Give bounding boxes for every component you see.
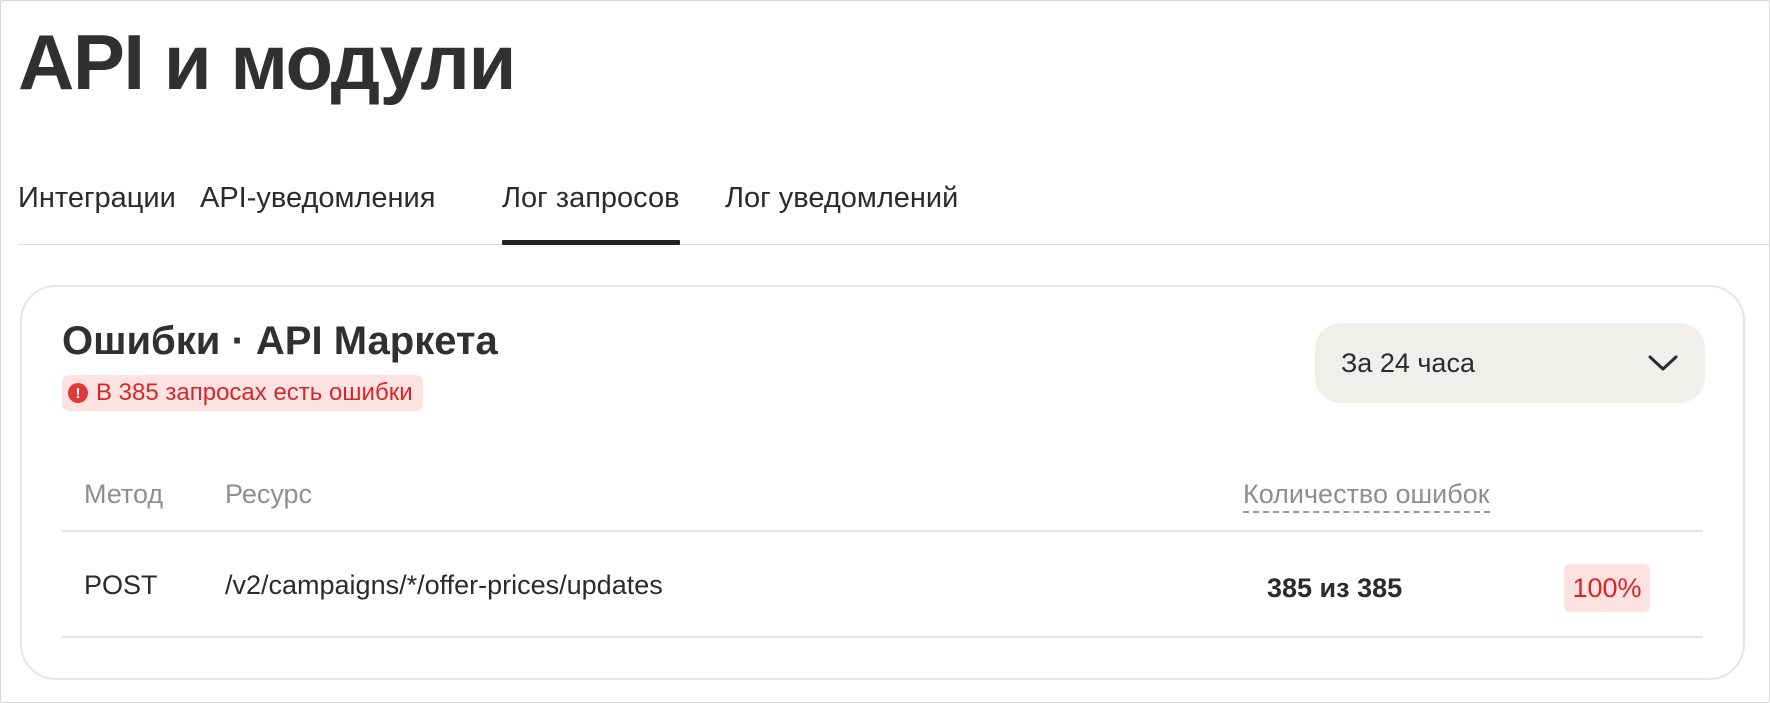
card-title: Ошибки · API Маркета [62, 319, 498, 363]
error-status-text: В 385 запросах есть ошибки [96, 379, 413, 406]
tab-notification-log[interactable]: Лог уведомлений [725, 180, 958, 216]
column-header-method: Метод [84, 479, 164, 509]
column-header-resource: Ресурс [225, 479, 313, 509]
table-bottom-divider [62, 636, 1703, 638]
tab-api-notifications[interactable]: API-уведомления [200, 180, 435, 216]
page-title: API и модули [18, 18, 516, 106]
tab-request-log[interactable]: Лог запросов [502, 180, 680, 245]
tab-integrations[interactable]: Интеграции [18, 180, 176, 216]
period-select[interactable]: За 24 часа [1315, 323, 1705, 403]
period-select-value: За 24 часа [1341, 347, 1475, 378]
table-header-divider [62, 530, 1703, 532]
row-error-percent-badge: 100% [1564, 564, 1650, 612]
error-status-badge: ! В 385 запросах есть ошибки [62, 375, 423, 411]
row-method: POST [84, 570, 158, 600]
row-resource: /v2/campaigns/*/offer-prices/updates [225, 570, 663, 600]
row-error-count: 385 из 385 [1267, 573, 1403, 603]
errors-card: Ошибки · API Маркета ! В 385 запросах ес… [20, 285, 1745, 680]
exclamation-circle-icon: ! [68, 383, 88, 403]
tab-bar: Интеграции API-уведомления Лог запросов … [18, 160, 1770, 245]
column-header-errors[interactable]: Количество ошибок [1243, 479, 1490, 513]
chevron-down-icon [1648, 355, 1678, 371]
